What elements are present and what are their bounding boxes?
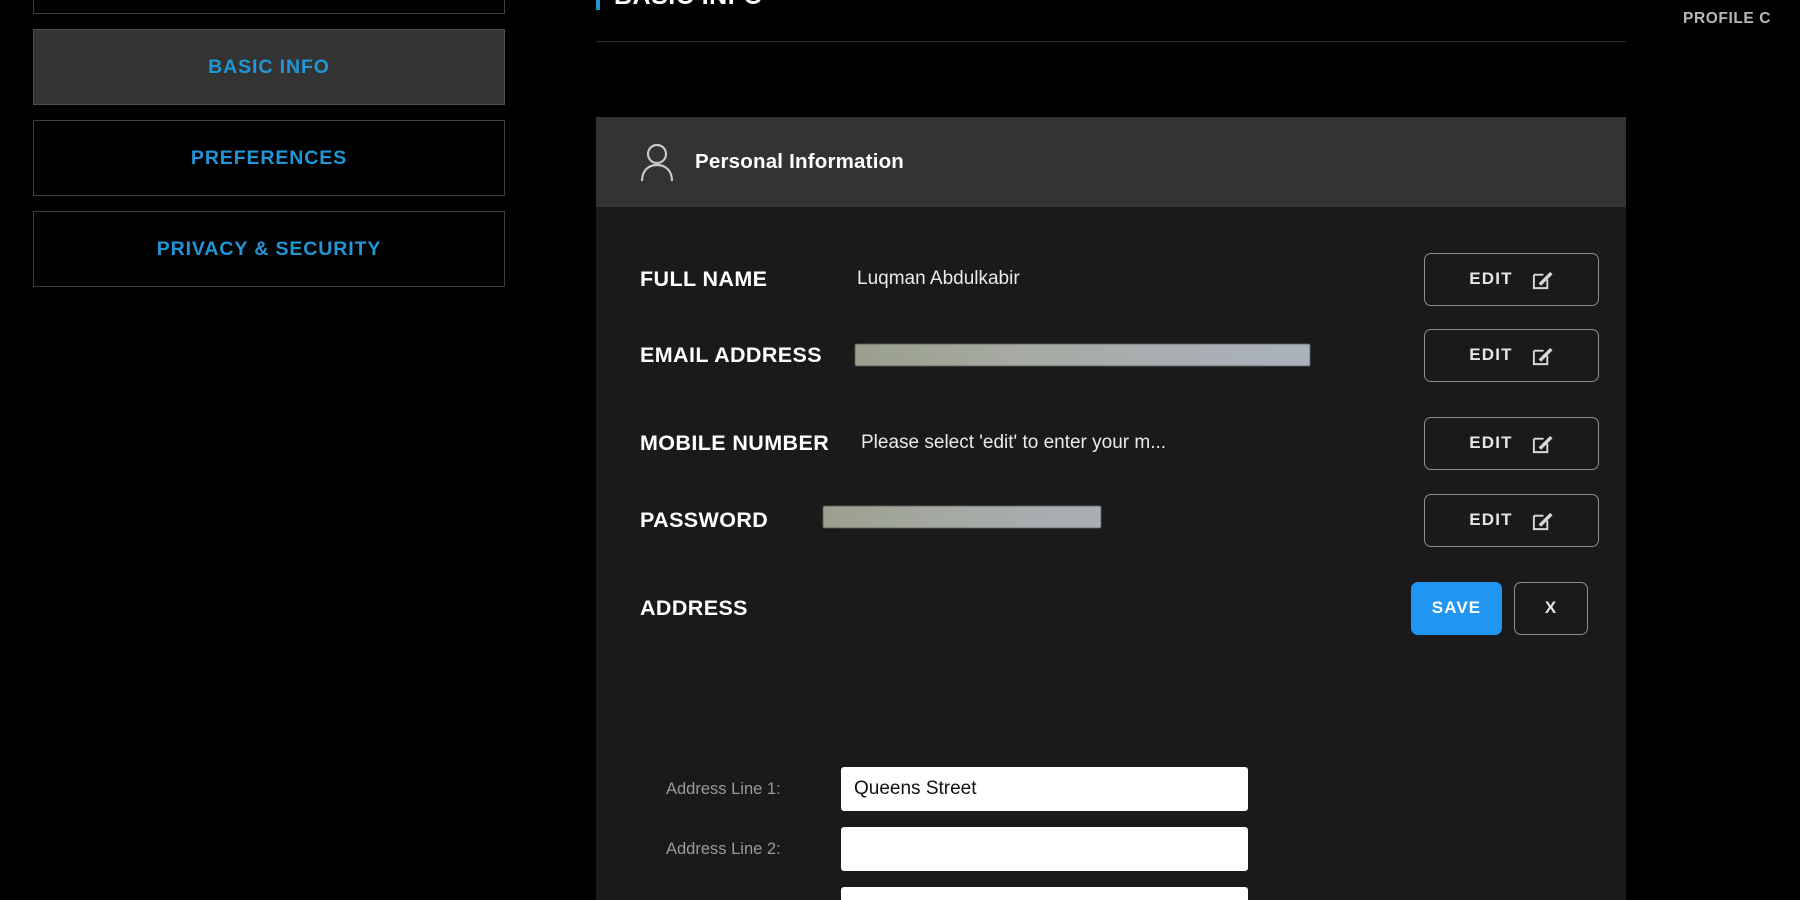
field-label: ADDRESS <box>640 595 748 620</box>
settings-sidebar: ACCOUNT LINKING BASIC INFO PREFERENCES P… <box>33 0 505 302</box>
person-icon <box>639 142 675 182</box>
save-button[interactable]: SAVE <box>1411 581 1502 635</box>
pencil-edit-icon <box>1531 268 1554 291</box>
personal-information-card: Personal Information FULL NAME Luqman Ab… <box>596 117 1626 900</box>
settings-screen: ACCOUNT LINKING BASIC INFO PREFERENCES P… <box>0 0 1800 900</box>
pencil-edit-icon <box>1531 344 1554 367</box>
field-row-password: PASSWORD EDIT <box>596 476 1626 564</box>
profile-completion-label: PROFILE C <box>1683 10 1772 27</box>
edit-button-label: EDIT <box>1469 510 1513 529</box>
cancel-button[interactable]: X <box>1514 581 1588 635</box>
title-accent-bar <box>596 0 600 10</box>
form-row-address-line-2: Address Line 2: <box>596 822 1626 882</box>
card-header-title: Personal Information <box>695 150 905 173</box>
sidebar-item-privacy-security[interactable]: PRIVACY & SECURITY <box>33 211 505 287</box>
field-row-full-name: FULL NAME Luqman Abdulkabir EDIT <box>596 235 1626 323</box>
card-header: Personal Information <box>596 117 1626 207</box>
field-label: PASSWORD <box>640 507 769 532</box>
edit-button-password[interactable]: EDIT <box>1424 493 1599 547</box>
field-value-full-name: Luqman Abdulkabir <box>857 268 1020 289</box>
address-form: Address Line 1: Address Line 2: City: Lo… <box>596 762 1626 900</box>
title-divider <box>596 41 1626 42</box>
field-label: FULL NAME <box>640 266 768 291</box>
address-action-group: SAVE X <box>1411 581 1588 635</box>
sidebar-item-account-linking[interactable]: ACCOUNT LINKING <box>33 0 505 14</box>
field-label: EMAIL ADDRESS <box>640 342 822 367</box>
form-row-city: City: <box>596 882 1626 900</box>
city-input[interactable] <box>841 887 1248 900</box>
field-label: MOBILE NUMBER <box>640 430 830 455</box>
edit-button-label: EDIT <box>1469 433 1513 452</box>
field-value-mobile-number: Please select 'edit' to enter your m... <box>861 432 1167 453</box>
sidebar-item-label: PREFERENCES <box>190 146 348 169</box>
pencil-edit-icon <box>1531 509 1554 532</box>
field-row-address: ADDRESS SAVE X <box>596 564 1626 652</box>
form-label: Address Line 1: <box>666 780 781 798</box>
pencil-edit-icon <box>1531 432 1554 455</box>
form-label: Address Line 2: <box>666 840 781 858</box>
page-title: BASIC INFO <box>614 0 763 11</box>
edit-button-label: EDIT <box>1469 345 1513 364</box>
sidebar-item-label: BASIC INFO <box>208 55 330 78</box>
field-row-email-address: EMAIL ADDRESS EDIT <box>596 311 1626 399</box>
address-line-2-input[interactable] <box>841 827 1248 871</box>
edit-button-mobile-number[interactable]: EDIT <box>1424 416 1599 470</box>
edit-button-label: EDIT <box>1469 269 1513 288</box>
field-row-mobile-number: MOBILE NUMBER Please select 'edit' to en… <box>596 399 1626 487</box>
redacted-email-value <box>855 344 1310 366</box>
redacted-password-value <box>823 506 1101 528</box>
sidebar-item-preferences[interactable]: PREFERENCES <box>33 120 505 196</box>
address-line-1-input[interactable] <box>841 767 1248 811</box>
page-title-group: BASIC INFO <box>596 0 763 11</box>
form-row-address-line-1: Address Line 1: <box>596 762 1626 822</box>
sidebar-item-basic-info[interactable]: BASIC INFO <box>33 29 505 105</box>
edit-button-email-address[interactable]: EDIT <box>1424 328 1599 382</box>
edit-button-full-name[interactable]: EDIT <box>1424 252 1599 306</box>
sidebar-item-label: PRIVACY & SECURITY <box>156 237 382 260</box>
